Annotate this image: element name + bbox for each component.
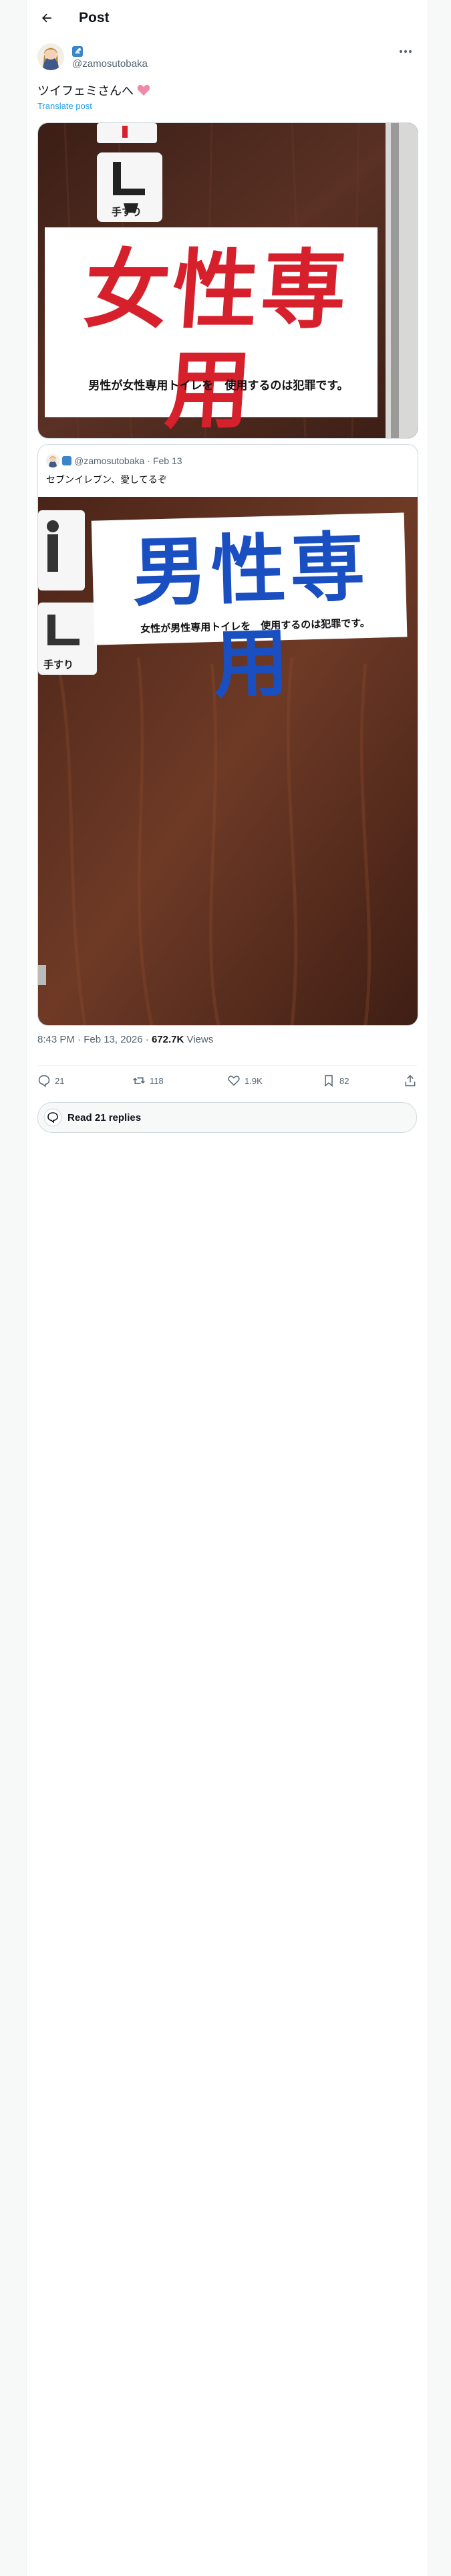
quoted-verified-badge-icon <box>62 456 71 465</box>
heart-icon <box>228 1075 240 1086</box>
reply-icon <box>38 1075 50 1087</box>
page-title: Post <box>79 10 110 25</box>
more-icon <box>400 50 412 53</box>
quoted-image[interactable]: 手すり 男性専用 女性が男性専用トイレを 使用するのは犯罪です。 <box>38 497 418 1025</box>
small-sign-label: 手すり <box>43 659 74 671</box>
verified-badge-icon <box>72 46 83 57</box>
womens-sign-text: 女性専用 <box>81 243 353 439</box>
reply-count: 21 <box>55 1075 65 1086</box>
repost-icon <box>133 1077 145 1084</box>
share-button[interactable] <box>404 1074 417 1087</box>
heart-emoji-icon <box>137 84 150 100</box>
repost-button[interactable]: 118 <box>132 1074 164 1087</box>
author-handle[interactable]: @zamosutobaka <box>72 58 148 70</box>
like-button[interactable]: 1.9K <box>227 1074 263 1087</box>
quoted-text: セブンイレブン、愛してるぞ <box>46 474 167 485</box>
avatar-image <box>37 43 64 70</box>
bookmark-icon <box>325 1075 333 1087</box>
translate-post-link[interactable]: Translate post <box>37 101 92 111</box>
post-image[interactable]: 手すり 女性専用 男性が女性専用トイレを 使用するのは犯罪です。 <box>37 122 418 439</box>
back-button[interactable] <box>37 9 56 27</box>
avatar[interactable] <box>37 43 64 70</box>
post-text-content: ツイフェミさんへ <box>37 84 134 98</box>
bookmark-count: 82 <box>339 1075 349 1086</box>
replies-icon <box>43 1108 62 1127</box>
top-bar: Post <box>27 0 428 36</box>
arrow-left-icon <box>42 13 51 23</box>
post-meta: 8:43 PM · Feb 13, 2026 · 672.7K Views <box>37 1033 213 1047</box>
main-column: Post @zamosutobaka ツイフェミさんへ Translate po… <box>26 0 428 2576</box>
read-replies-label: Read 21 replies <box>67 1111 142 1123</box>
small-sign-label: 手すり <box>112 207 142 218</box>
quoted-avatar[interactable] <box>46 454 59 467</box>
post-text: ツイフェミさんへ <box>37 83 150 100</box>
post-author: @zamosutobaka <box>37 43 417 76</box>
quoted-handle: @zamosutobaka <box>74 455 145 466</box>
repost-count: 118 <box>150 1075 164 1086</box>
more-options-button[interactable] <box>394 45 417 58</box>
read-replies-button[interactable]: Read 21 replies <box>37 1102 417 1133</box>
share-icon <box>405 1075 416 1087</box>
quoted-post[interactable]: @zamosutobaka · Feb 13 セブンイレブン、愛してるぞ 手すり… <box>37 444 418 1026</box>
views-count: 672.7K <box>151 1034 184 1045</box>
womens-sign-subtext: 男性が女性専用トイレを 使用するのは犯罪です。 <box>88 379 349 392</box>
quoted-separator: · <box>147 455 150 466</box>
views-label: Views <box>184 1034 214 1045</box>
reply-button[interactable]: 21 <box>37 1074 64 1087</box>
quoted-date: Feb 13 <box>152 455 182 466</box>
bookmark-button[interactable]: 82 <box>322 1074 349 1087</box>
post-timestamp[interactable]: 8:43 PM · Feb 13, 2026 · <box>37 1034 152 1045</box>
like-count: 1.9K <box>245 1075 263 1086</box>
quoted-post-header: @zamosutobaka · Feb 13 <box>46 453 182 469</box>
action-bar: 21 118 1.9K 82 <box>37 1065 417 1094</box>
